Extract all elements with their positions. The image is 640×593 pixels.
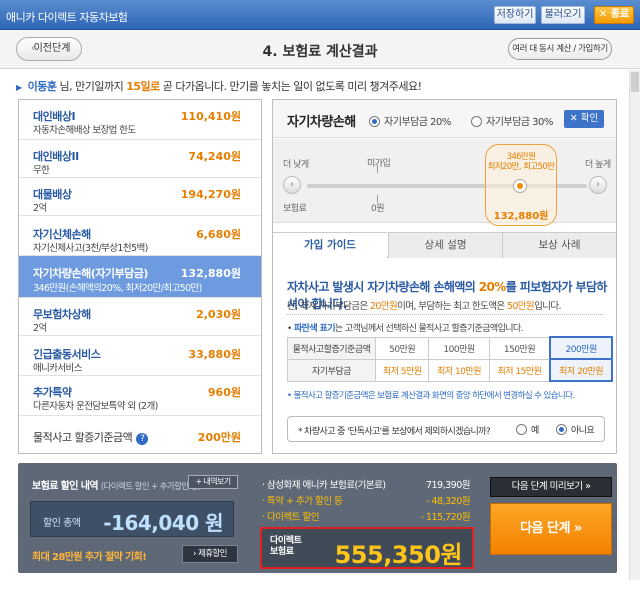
coverage-detail-panel: 자기차량손해 자기부담금 20% 자기부담금 30% ✕ 확인 더 낮게 더 높… — [272, 99, 617, 454]
slider-tick — [377, 165, 378, 173]
radio-selected-icon — [556, 424, 567, 435]
slider-right-button[interactable]: › — [589, 176, 607, 194]
guide-note: • 파란색 표기는 고객님께서 선택하신 물적사고 할증기준금액입니다. — [287, 324, 523, 334]
detail-tabs: 가입 가이드 상세 설명 보상 사례 — [273, 232, 616, 259]
tab-guide[interactable]: 가입 가이드 — [273, 232, 387, 259]
deductible-table: 물적사고할증기준금액 50만원 100만원 150만원 200만원 자기부담금 … — [287, 336, 613, 382]
radio-deductible-20[interactable]: 자기부담금 20% — [369, 113, 451, 128]
discount-detail-button[interactable]: + 내역보기 — [188, 475, 238, 489]
radio-deductible-30[interactable]: 자기부담금 30% — [471, 113, 553, 128]
premium-breakdown: · 삼성화재 애니카 보험료(기본료) 719,390원 · 특약 + 추가 할인… — [258, 471, 480, 569]
coverage-item[interactable]: 자기신체손해 자기신체사고(3천/부상1천5백) 6,680원 — [19, 216, 261, 256]
title-bar: 애니카 다이렉트 자동차보험 저장하기 불러오기 ✕ 종료 — [0, 0, 640, 30]
single-accident-question: * 차량사고 중 '단독사고'를 보상에서 제외하시겠습니까? 예 아니요 — [287, 416, 605, 442]
detail-header: 자기차량손해 자기부담금 20% 자기부담금 30% ✕ 확인 — [273, 100, 616, 138]
coverage-item[interactable]: 대인배상II 무한 74,240원 — [19, 140, 261, 178]
coverage-item[interactable]: 물적사고 할증기준금액? 200만원 — [19, 416, 261, 453]
coverage-list: 대인배상I 자동차손해배상 보장법 한도 110,410원 대인배상II 무한 … — [18, 99, 262, 454]
chevron-right-icon: › — [596, 179, 600, 190]
close-button[interactable]: ✕ 종료 — [594, 6, 634, 24]
confirm-button[interactable]: ✕ 확인 — [564, 110, 604, 128]
scrollbar[interactable] — [629, 70, 640, 580]
scrollbar-thumb[interactable] — [631, 72, 639, 92]
next-step-preview-button[interactable]: 다음 단계 미리보기 » — [490, 477, 612, 497]
radio-icon — [516, 424, 527, 435]
save-button[interactable]: 저장하기 — [494, 6, 536, 24]
discount-box: 보험료 할인 내역 (다이렉트 할인 + 추가할인 등) + 내역보기 할인 총… — [26, 471, 242, 565]
final-premium: 다이렉트 보험료 555,350원 — [260, 527, 474, 569]
partner-discount-button[interactable]: › 제휴할인 — [182, 545, 238, 563]
deductible-slider: 더 낮게 더 높게 미가입 보험료 0원 ‹ › 346만원 최저20만, 최고5… — [273, 139, 616, 226]
step-header: ‹ 이전단계 4. 보험료 계산결과 여러 대 동시 계산 / 가입하기 — [0, 31, 640, 69]
radio-no[interactable]: 아니요 — [556, 423, 595, 436]
table-row: 물적사고할증기준금액 50만원 100만원 150만원 200만원 — [287, 336, 613, 360]
slider-handle[interactable] — [513, 179, 527, 193]
guide-footnote: • 물적사고 할증기준금액은 보험료 계산결과 화면의 중앙 하단에서 변경하실… — [287, 391, 575, 401]
tab-description[interactable]: 상세 설명 — [388, 232, 502, 258]
guide-subtitle: 단, 최저 자기부담금은 20만원이며, 부담하는 최고 한도액은 50만원입니… — [287, 301, 562, 312]
table-row: 자기부담금 최저 5만원 최저 10만원 최저 15만원 최저 20만원 — [287, 358, 613, 382]
app-title: 애니카 다이렉트 자동차보험 — [6, 11, 128, 24]
premium-summary-bar: 보험료 할인 내역 (다이렉트 할인 + 추가할인 등) + 내역보기 할인 총… — [18, 463, 617, 573]
chevron-left-icon: ‹ — [290, 179, 294, 190]
coverage-item[interactable]: 추가특약 다른자동차 운전담보특약 외 (2개) 960원 — [19, 376, 261, 416]
slider-tick — [377, 195, 378, 203]
multi-car-button[interactable]: 여러 대 동시 계산 / 가입하기 — [508, 38, 612, 60]
radio-yes[interactable]: 예 — [516, 423, 539, 436]
coverage-item[interactable]: 대인배상I 자동차손해배상 보장법 한도 110,410원 — [19, 100, 261, 140]
radio-icon — [471, 116, 482, 127]
tab-cases[interactable]: 보상 사례 — [502, 232, 616, 258]
coverage-item[interactable]: 대물배상 2억 194,270원 — [19, 178, 261, 216]
close-icon: ✕ — [598, 9, 608, 20]
coverage-item[interactable]: 무보험차상해 2억 2,030원 — [19, 298, 261, 336]
divider — [287, 314, 603, 315]
slider-left-button[interactable]: ‹ — [283, 176, 301, 194]
help-icon[interactable]: ? — [136, 433, 149, 445]
discount-total: 할인 총액 -164,040 원 — [30, 501, 234, 537]
coverage-item-selected[interactable]: 자기차량손해(자기부담금) 346만원(손해액의20%, 최저20만/최고50만… — [19, 256, 261, 298]
arrow-right-icon: ▶ — [16, 83, 22, 92]
discount-title: 보험료 할인 내역 (다이렉트 할인 + 추가할인 등) — [32, 481, 201, 492]
next-step-button[interactable]: 다음 단계 » — [490, 503, 612, 555]
coverage-item[interactable]: 긴급출동서비스 애니카서비스 33,880원 — [19, 336, 261, 376]
radio-selected-icon — [369, 116, 380, 127]
next-step-area: 다음 단계 미리보기 » 다음 단계 » — [488, 477, 614, 567]
load-button[interactable]: 불러오기 — [541, 6, 585, 24]
promo-text: 최대 28만원 추가 절약 기회! — [32, 552, 147, 563]
expiry-notice: ▶ 이동훈 님, 만기일까지 15일로 곧 다가옵니다. 만기를 놓치는 일이 없… — [16, 80, 422, 93]
